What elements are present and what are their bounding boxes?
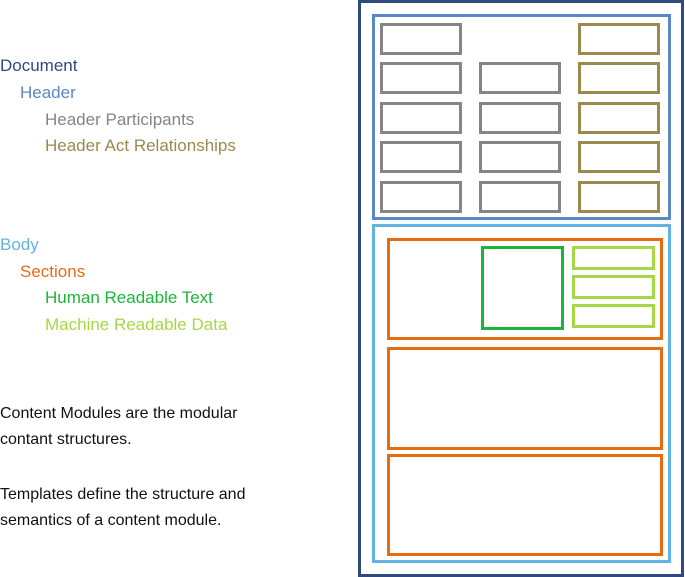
- machine-readable-data-box: [572, 246, 655, 270]
- header-act-relationship-box: [578, 141, 660, 173]
- header-participant-box: [479, 102, 561, 134]
- header-act-relationship-box: [578, 23, 660, 55]
- header-act-relationship-box: [578, 181, 660, 213]
- header-participant-box: [380, 102, 462, 134]
- header-participant-box: [479, 141, 561, 173]
- header-participant-box: [479, 62, 561, 94]
- note-content-modules: Content Modules are the modular contant …: [0, 401, 237, 453]
- header-participant-box: [380, 23, 462, 55]
- section-box: [387, 454, 663, 556]
- legend-header-act-relationships: Header Act Relationships: [45, 136, 236, 155]
- note-content-modules-line-2: contant structures.: [0, 431, 132, 448]
- header-act-relationship-box: [578, 62, 660, 94]
- legend-header-participants: Header Participants: [45, 110, 195, 129]
- legend-sections: Sections: [20, 262, 86, 281]
- header-act-relationship-box: [578, 102, 660, 134]
- note-templates-line-2: semantics of a content module.: [0, 512, 222, 529]
- header-participant-box: [380, 141, 462, 173]
- header-participant-box: [479, 181, 561, 213]
- machine-readable-data-box: [572, 304, 655, 328]
- human-readable-text-box: [481, 246, 564, 330]
- legend-body: Body: [0, 235, 39, 254]
- legend-human-readable-text: Human Readable Text: [45, 288, 213, 307]
- legend-document: Document: [0, 56, 78, 75]
- header-participant-box: [380, 62, 462, 94]
- section-box: [387, 347, 663, 450]
- note-templates: Templates define the structure and seman…: [0, 482, 245, 534]
- header-participant-box: [380, 181, 462, 213]
- machine-readable-data-box: [572, 275, 655, 299]
- note-content-modules-line-1: Content Modules are the modular: [0, 405, 238, 422]
- legend-header: Header: [20, 83, 76, 102]
- legend-machine-readable-data: Machine Readable Data: [45, 315, 228, 334]
- note-templates-line-1: Templates define the structure and: [0, 486, 246, 503]
